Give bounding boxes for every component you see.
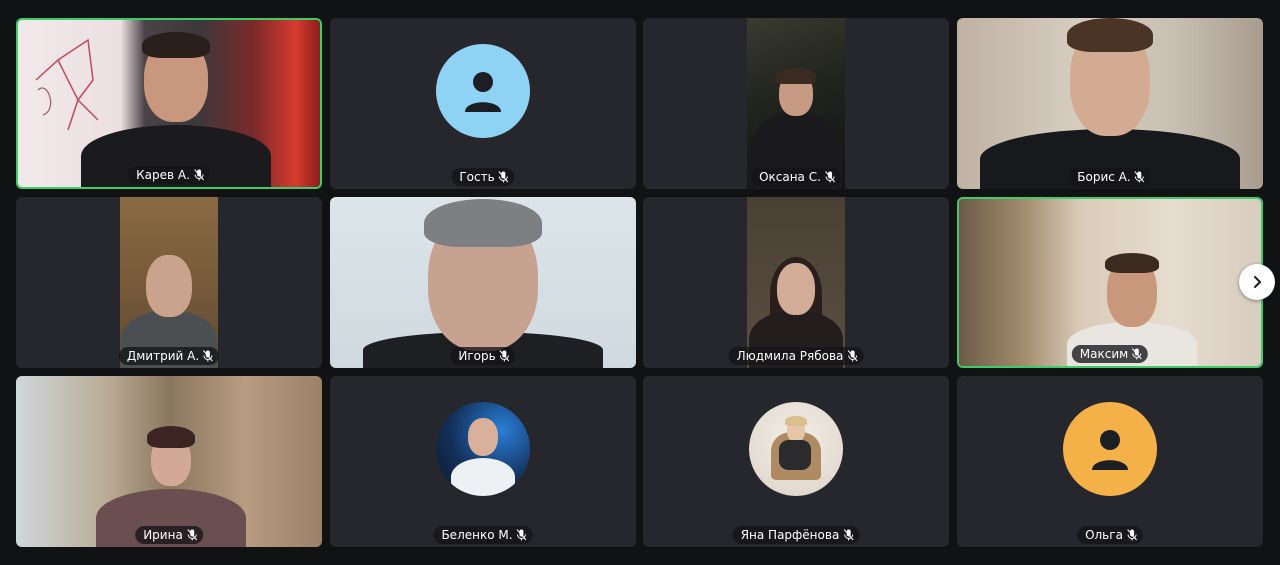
participant-tile-belenko[interactable]: Беленко М. <box>330 376 636 547</box>
participant-tile-boris[interactable]: Борис А. <box>957 18 1263 189</box>
participant-name-tag: Яна Парфёнова <box>732 526 860 544</box>
participant-name-tag: Гость <box>451 168 515 186</box>
participant-tile-yana[interactable]: Яна Парфёнова <box>643 376 949 547</box>
participant-tile-maksim[interactable]: Максим <box>957 197 1263 368</box>
chevron-right-icon <box>1254 276 1261 288</box>
mic-muted-icon <box>1132 348 1143 360</box>
participant-tile-lyudmila[interactable]: Людмила Рябова <box>643 197 949 368</box>
participant-name-tag: Карев А. <box>128 166 210 184</box>
participant-name-tag: Борис А. <box>1069 168 1151 186</box>
avatar <box>1063 402 1157 496</box>
mic-muted-icon <box>1127 529 1137 541</box>
participant-video <box>120 197 218 368</box>
mic-muted-icon <box>847 350 858 362</box>
participant-tile-karev[interactable]: Карев А. <box>16 18 322 189</box>
mic-muted-icon <box>498 171 509 183</box>
participant-name-tag: Максим <box>1071 345 1149 363</box>
participant-name-tag: Оксана С. <box>751 168 841 186</box>
participant-video <box>957 18 1263 189</box>
user-icon <box>1092 430 1128 470</box>
participant-name-tag: Людмила Рябова <box>728 347 864 365</box>
participant-name-tag: Ирина <box>135 526 203 544</box>
participant-video <box>18 20 320 187</box>
participant-name-tag: Игорь <box>450 347 516 365</box>
mic-muted-icon <box>843 529 854 541</box>
participant-video <box>959 199 1261 366</box>
participant-tile-igor[interactable]: Игорь <box>330 197 636 368</box>
mic-muted-icon <box>186 529 197 541</box>
participant-video <box>16 376 322 547</box>
participant-video <box>747 197 845 368</box>
next-page-button[interactable] <box>1239 264 1275 300</box>
mic-muted-icon <box>194 169 204 181</box>
participant-name-tag: Дмитрий А. <box>118 347 220 365</box>
user-icon <box>465 72 501 112</box>
video-grid: Карев А. Гость Оксана С. Борис А. Дмитри… <box>0 0 1280 565</box>
participant-tile-irina[interactable]: Ирина <box>16 376 322 547</box>
mic-muted-icon <box>499 350 510 362</box>
participant-name-tag: Ольга <box>1077 526 1143 544</box>
participant-video <box>747 18 845 189</box>
mic-muted-icon <box>825 171 835 183</box>
participant-tile-guest[interactable]: Гость <box>330 18 636 189</box>
avatar <box>749 402 843 496</box>
participant-video <box>330 197 636 368</box>
avatar <box>436 402 530 496</box>
mic-muted-icon <box>516 529 527 541</box>
participant-tile-olga[interactable]: Ольга <box>957 376 1263 547</box>
participant-name-tag: Беленко М. <box>433 526 533 544</box>
mic-muted-icon <box>203 350 214 362</box>
participant-tile-oksana[interactable]: Оксана С. <box>643 18 949 189</box>
participant-tile-dmitry[interactable]: Дмитрий А. <box>16 197 322 368</box>
avatar <box>436 44 530 138</box>
mic-muted-icon <box>1134 171 1145 183</box>
